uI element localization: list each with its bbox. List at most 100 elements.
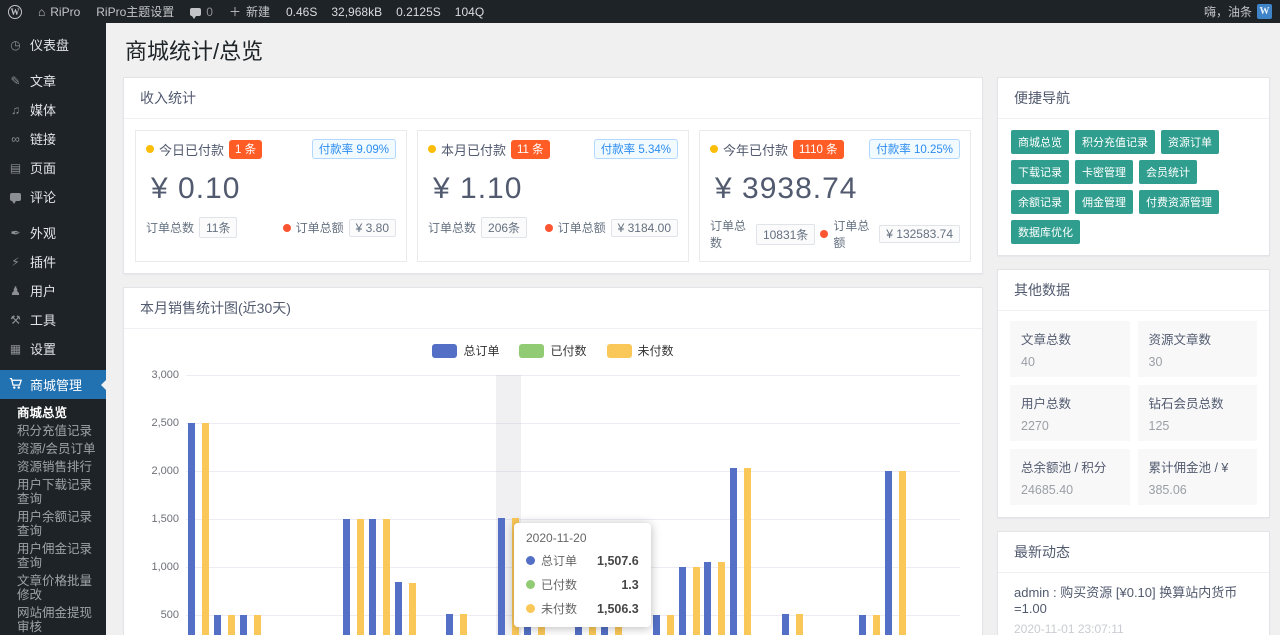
wordpress-icon: W <box>8 5 22 19</box>
chart-slot[interactable] <box>392 375 418 635</box>
sidebar-item-settings[interactable]: ▦设置 <box>0 334 106 363</box>
stat-box: 总余额池 / 积分24685.40 <box>1010 449 1130 505</box>
chart-slot[interactable] <box>263 375 289 635</box>
chart-slot[interactable] <box>212 375 238 635</box>
chart-bar <box>343 519 350 635</box>
chart-slot[interactable] <box>650 375 676 635</box>
legend-label: 未付数 <box>638 342 674 359</box>
sidebar-item-label: 文章 <box>30 71 56 90</box>
chart-slot[interactable] <box>728 375 754 635</box>
quick-nav-button[interactable]: 下载记录 <box>1011 160 1069 184</box>
quick-nav-button[interactable]: 商城总览 <box>1011 130 1069 154</box>
chart-slot[interactable] <box>831 375 857 635</box>
stat-label: 累计佣金池 / ¥ <box>1149 457 1247 476</box>
menu-icon: ▤ <box>8 161 23 175</box>
quick-nav-button[interactable]: 积分充值记录 <box>1075 130 1155 154</box>
order-sum-label: 订单总额 <box>296 219 344 236</box>
quick-nav-button[interactable]: 付费资源管理 <box>1139 190 1219 214</box>
chart-slot[interactable] <box>238 375 264 635</box>
y-tick-label: 2,500 <box>151 417 179 429</box>
chart-slot[interactable] <box>779 375 805 635</box>
account-menu[interactable]: 嗨，油条 W <box>1196 0 1280 23</box>
sidebar-item-media[interactable]: ♫媒体 <box>0 95 106 124</box>
other-data-grid: 文章总数40资源文章数30用户总数2270钻石会员总数125总余额池 / 积分2… <box>998 311 1269 517</box>
status-dot-icon <box>710 145 718 153</box>
sidebar-item-pages[interactable]: ▤页面 <box>0 153 106 182</box>
sidebar-item-links[interactable]: ∞链接 <box>0 124 106 153</box>
new-label: 新建 <box>246 3 270 20</box>
chart-slot[interactable] <box>444 375 470 635</box>
stat-value: 0.2125S <box>396 5 441 19</box>
chart-bar <box>395 582 402 635</box>
activity-text: admin : 购买资源 [¥0.10] 换算站内货币=1.00 <box>1014 582 1253 616</box>
tooltip-series-dot <box>526 556 535 565</box>
y-tick-label: 1,500 <box>151 513 179 525</box>
sidebar-item-appearance[interactable]: ✒外观 <box>0 218 106 247</box>
comments-icon <box>190 8 201 16</box>
legend-item[interactable]: 总订单 <box>432 342 499 359</box>
chart-bar <box>240 615 247 635</box>
order-sum-label: 订单总额 <box>833 217 874 251</box>
chart-slot[interactable] <box>186 375 212 635</box>
chart-slot[interactable] <box>289 375 315 635</box>
legend-swatch <box>519 344 544 358</box>
sidebar-item-tools[interactable]: ⚒工具 <box>0 305 106 334</box>
submenu-item[interactable]: 积分充值记录 <box>0 422 106 440</box>
quick-nav-button[interactable]: 数据库优化 <box>1011 220 1080 244</box>
submenu-item[interactable]: 商城总览 <box>0 404 106 422</box>
site-menu[interactable]: ⌂ RiPro <box>30 0 88 23</box>
sidebar-item-shop-manage[interactable]: 商城管理 <box>0 370 106 399</box>
theme-settings-label: RiPro主题设置 <box>96 3 174 20</box>
chart-bar <box>214 615 221 635</box>
stat-box: 用户总数2270 <box>1010 385 1130 441</box>
quick-nav-button[interactable]: 余额记录 <box>1011 190 1069 214</box>
wordpress-menu[interactable]: W <box>0 0 30 23</box>
sidebar-item-posts[interactable]: ✎文章 <box>0 66 106 95</box>
chart-slot[interactable] <box>805 375 831 635</box>
amount-value: ¥ 3938.74 <box>710 159 960 217</box>
chart-slot[interactable] <box>702 375 728 635</box>
chart-slot[interactable] <box>341 375 367 635</box>
chart-slot[interactable] <box>754 375 780 635</box>
submenu-item[interactable]: 资源销售排行 <box>0 458 106 476</box>
chart-slot[interactable] <box>470 375 496 635</box>
sidebar-item-plugins[interactable]: ⚡插件 <box>0 247 106 276</box>
submenu-item[interactable]: 文章价格批量修改 <box>0 572 106 604</box>
sidebar-item-comments[interactable]: 评论 <box>0 182 106 211</box>
chart-slot[interactable] <box>908 375 934 635</box>
sidebar-item-dashboard[interactable]: ◷仪表盘 <box>0 30 106 59</box>
chart-slot[interactable] <box>857 375 883 635</box>
submenu-item[interactable]: 用户余额记录查询 <box>0 508 106 540</box>
submenu-item[interactable]: 网站佣金提现审核 <box>0 604 106 635</box>
submenu-item[interactable]: 用户佣金记录查询 <box>0 540 106 572</box>
submenu-item[interactable]: 资源/会员订单 <box>0 440 106 458</box>
chart-bar <box>498 518 505 635</box>
stat-value: 125 <box>1149 419 1247 433</box>
quick-nav-button[interactable]: 佣金管理 <box>1075 190 1133 214</box>
quick-nav-button[interactable]: 卡密管理 <box>1075 160 1133 184</box>
quick-nav-button[interactable]: 会员统计 <box>1139 160 1197 184</box>
count-badge: 1110 条 <box>793 140 844 159</box>
chart-slot[interactable] <box>418 375 444 635</box>
quick-nav-button[interactable]: 资源订单 <box>1161 130 1219 154</box>
theme-settings-menu[interactable]: RiPro主题设置 <box>88 0 182 23</box>
sidebar-item-users[interactable]: ♟用户 <box>0 276 106 305</box>
sidebar-item-label: 商城管理 <box>30 375 82 394</box>
chart-slot[interactable] <box>934 375 960 635</box>
menu-separator <box>0 211 106 218</box>
card-label: 今年已付款 <box>723 140 788 159</box>
comments-menu[interactable]: 0 <box>182 0 221 23</box>
stat-value: 30 <box>1149 355 1247 369</box>
chart-bar <box>730 468 737 635</box>
submenu-item[interactable]: 用户下载记录查询 <box>0 476 106 508</box>
tooltip-row: 总订单1,507.6 <box>526 552 639 569</box>
chart-bar <box>693 567 700 635</box>
legend-item[interactable]: 已付数 <box>519 342 586 359</box>
legend-item[interactable]: 未付数 <box>607 342 674 359</box>
new-content-menu[interactable]: ＋ 新建 <box>221 0 278 23</box>
chart-bar <box>667 615 674 635</box>
chart-slot[interactable] <box>676 375 702 635</box>
chart-slot[interactable] <box>367 375 393 635</box>
chart-slot[interactable] <box>315 375 341 635</box>
chart-slot[interactable] <box>883 375 909 635</box>
